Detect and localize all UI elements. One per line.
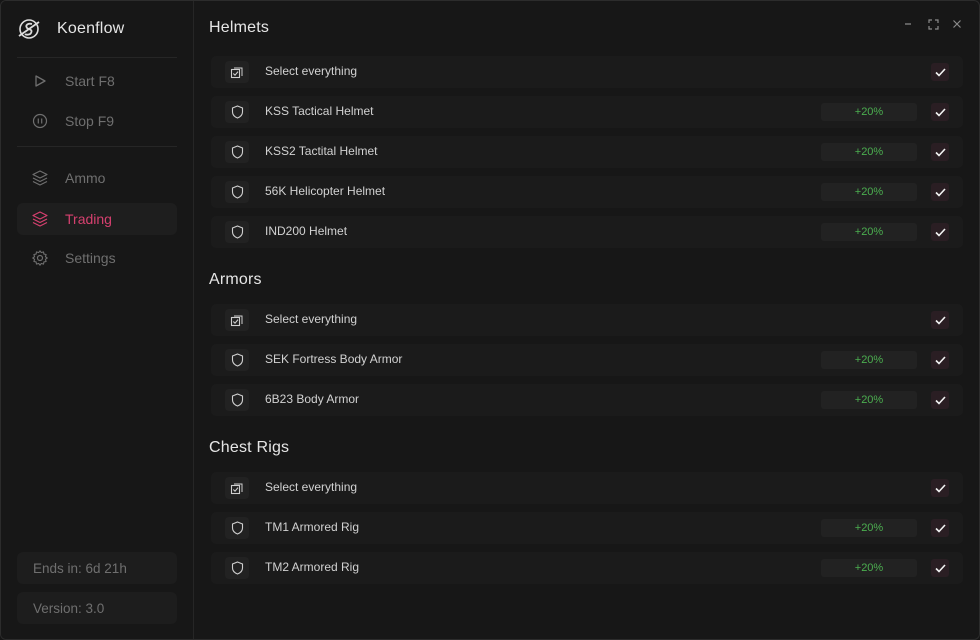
- bonus-badge: +20%: [821, 143, 917, 161]
- maximize-icon: [927, 18, 939, 30]
- sidebar-divider: [17, 146, 177, 147]
- app-window: Koenflow Start F8 Stop F9 Ammo Trading S…: [0, 0, 980, 640]
- gear-icon: [31, 249, 49, 267]
- item-row[interactable]: KSS2 Tactital Helmet +20%: [211, 136, 963, 168]
- sidebar-item-ammo[interactable]: Ammo: [17, 162, 177, 194]
- check-icon: [934, 147, 946, 157]
- shield-icon: [225, 349, 249, 371]
- section-title-helmets: Helmets: [209, 19, 270, 36]
- row-checkbox[interactable]: [931, 223, 949, 241]
- row-label: TM2 Armored Rig: [265, 560, 360, 574]
- select-all-row[interactable]: Select everything: [211, 56, 963, 88]
- sidebar: Koenflow Start F8 Stop F9 Ammo Trading S…: [1, 1, 194, 639]
- start-button[interactable]: Start F8: [17, 65, 177, 97]
- check-icon: [934, 315, 946, 325]
- pause-icon: [31, 112, 49, 130]
- sidebar-divider: [17, 57, 177, 58]
- row-checkbox[interactable]: [931, 391, 949, 409]
- row-checkbox[interactable]: [931, 559, 949, 577]
- bonus-badge: +20%: [821, 223, 917, 241]
- bonus-badge: +20%: [821, 391, 917, 409]
- brand: Koenflow: [15, 14, 124, 44]
- ends-in-badge: Ends in: 6d 21h: [17, 552, 177, 584]
- row-label: Select everything: [265, 64, 358, 78]
- row-label: SEK Fortress Body Armor: [265, 352, 403, 366]
- check-icon: [934, 355, 946, 365]
- row-label: Select everything: [265, 480, 358, 494]
- item-row[interactable]: TM1 Armored Rig +20%: [211, 512, 963, 544]
- check-icon: [934, 227, 946, 237]
- sidebar-item-label: Ammo: [65, 170, 106, 186]
- shield-icon: [225, 101, 249, 123]
- bonus-badge: +20%: [821, 351, 917, 369]
- row-checkbox[interactable]: [931, 183, 949, 201]
- row-checkbox[interactable]: [931, 479, 949, 497]
- check-icon: [934, 395, 946, 405]
- sidebar-item-settings[interactable]: Settings: [17, 242, 177, 274]
- row-label: KSS Tactical Helmet: [265, 104, 374, 118]
- row-label: KSS2 Tactital Helmet: [265, 144, 378, 158]
- layers-icon: [31, 210, 49, 228]
- bonus-badge: +20%: [821, 183, 917, 201]
- row-checkbox[interactable]: [931, 143, 949, 161]
- checkbox-square-icon: [225, 61, 249, 83]
- check-icon: [934, 563, 946, 573]
- close-button[interactable]: [950, 17, 964, 31]
- check-icon: [934, 107, 946, 117]
- row-checkbox[interactable]: [931, 311, 949, 329]
- shield-icon: [225, 181, 249, 203]
- section-title-armors: Armors: [209, 271, 262, 288]
- check-icon: [934, 483, 946, 493]
- shield-icon: [225, 221, 249, 243]
- play-icon: [31, 72, 49, 90]
- row-checkbox[interactable]: [931, 519, 949, 537]
- sidebar-item-trading[interactable]: Trading: [17, 203, 177, 235]
- row-label: Select everything: [265, 312, 358, 326]
- item-row[interactable]: KSS Tactical Helmet +20%: [211, 96, 963, 128]
- shield-icon: [225, 389, 249, 411]
- version-label: Version: 3.0: [17, 592, 177, 624]
- sidebar-item-label: Settings: [65, 250, 116, 266]
- row-label: TM1 Armored Rig: [265, 520, 360, 534]
- minimize-icon: [905, 23, 911, 25]
- start-label: Start F8: [65, 73, 115, 89]
- section-title-chest-rigs: Chest Rigs: [209, 439, 290, 456]
- close-icon: [953, 20, 961, 28]
- minimize-button[interactable]: [901, 17, 915, 31]
- item-row[interactable]: IND200 Helmet +20%: [211, 216, 963, 248]
- item-row[interactable]: TM2 Armored Rig +20%: [211, 552, 963, 584]
- stop-button[interactable]: Stop F9: [17, 105, 177, 137]
- sidebar-item-label: Trading: [65, 211, 112, 227]
- check-icon: [934, 67, 946, 77]
- bonus-badge: +20%: [821, 519, 917, 537]
- item-row[interactable]: 6B23 Body Armor +20%: [211, 384, 963, 416]
- select-all-row[interactable]: Select everything: [211, 304, 963, 336]
- shield-icon: [225, 557, 249, 579]
- shield-icon: [225, 517, 249, 539]
- row-checkbox[interactable]: [931, 103, 949, 121]
- item-row[interactable]: SEK Fortress Body Armor +20%: [211, 344, 963, 376]
- maximize-button[interactable]: [926, 17, 940, 31]
- checkbox-square-icon: [225, 309, 249, 331]
- check-icon: [934, 187, 946, 197]
- bonus-badge: +20%: [821, 103, 917, 121]
- row-label: 56K Helicopter Helmet: [265, 184, 386, 198]
- check-icon: [934, 523, 946, 533]
- select-all-row[interactable]: Select everything: [211, 472, 963, 504]
- checkbox-square-icon: [225, 477, 249, 499]
- app-title: Koenflow: [57, 20, 125, 37]
- item-row[interactable]: 56K Helicopter Helmet +20%: [211, 176, 963, 208]
- row-label: 6B23 Body Armor: [265, 392, 360, 406]
- stop-label: Stop F9: [65, 113, 115, 129]
- bonus-badge: +20%: [821, 559, 917, 577]
- shield-icon: [225, 141, 249, 163]
- logo-icon: [15, 15, 43, 43]
- row-checkbox[interactable]: [931, 351, 949, 369]
- layers-icon: [31, 169, 49, 187]
- row-checkbox[interactable]: [931, 63, 949, 81]
- row-label: IND200 Helmet: [265, 224, 348, 238]
